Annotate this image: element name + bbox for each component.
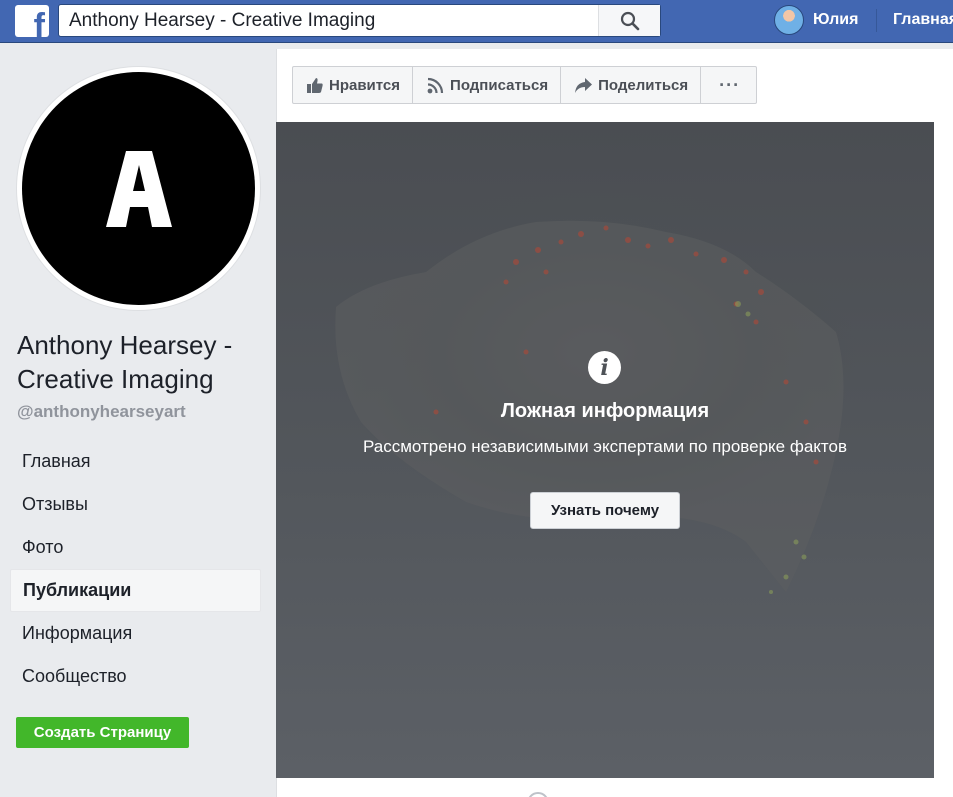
- home-link[interactable]: Главная: [893, 11, 953, 29]
- like-label: Нравится: [329, 76, 401, 94]
- user-name-link[interactable]: Юлия: [813, 11, 858, 29]
- page-nav: Главная Отзывы Фото Публикации Информаци…: [10, 440, 261, 698]
- nav-item-about[interactable]: Информация: [10, 612, 261, 655]
- post-media-covered[interactable]: i Ложная информация Рассмотрено независи…: [276, 122, 934, 778]
- rss-icon: [427, 77, 444, 93]
- top-navbar: f Юлия Главная: [0, 0, 953, 43]
- user-avatar[interactable]: [774, 5, 804, 35]
- create-page-button[interactable]: Создать Страницу: [16, 717, 189, 748]
- false-info-subtitle: Рассмотрено независимыми экспертами по п…: [362, 437, 848, 456]
- learn-why-button[interactable]: Узнать почему: [530, 492, 680, 529]
- profile-picture[interactable]: [17, 67, 260, 310]
- like-button[interactable]: Нравится: [293, 67, 414, 103]
- page-actions-bar: Нравится Подписаться Поделиться ···: [292, 66, 758, 104]
- search-input[interactable]: [59, 5, 599, 36]
- search-icon: [620, 11, 639, 30]
- info-icon: i: [588, 351, 621, 384]
- nav-item-community[interactable]: Сообщество: [10, 655, 261, 698]
- search-box: [58, 4, 661, 37]
- nav-item-photos[interactable]: Фото: [10, 526, 261, 569]
- false-info-title: Ложная информация: [500, 400, 710, 422]
- follow-button[interactable]: Подписаться: [413, 67, 562, 103]
- profile-picture-image: [22, 72, 255, 305]
- page-handle[interactable]: @anthonyhearseyart: [17, 402, 186, 422]
- nav-item-reviews[interactable]: Отзывы: [10, 483, 261, 526]
- more-dots-icon: ···: [719, 74, 741, 95]
- nav-item-posts[interactable]: Публикации: [10, 569, 261, 612]
- page-logo-letter-icon: [105, 150, 172, 227]
- nav-item-home[interactable]: Главная: [10, 440, 261, 483]
- share-arrow-icon: [575, 77, 593, 93]
- share-button[interactable]: Поделиться: [561, 67, 702, 103]
- share-label: Поделиться: [598, 76, 689, 94]
- post-right-edge: [934, 122, 953, 778]
- page-title: Anthony Hearsey - Creative Imaging: [17, 330, 233, 394]
- more-options-button[interactable]: ···: [701, 67, 756, 103]
- thumbs-up-icon: [307, 77, 323, 93]
- search-button[interactable]: [598, 5, 660, 36]
- follow-label: Подписаться: [450, 76, 549, 94]
- facebook-logo-icon[interactable]: f: [15, 5, 49, 37]
- nav-divider: [876, 9, 877, 32]
